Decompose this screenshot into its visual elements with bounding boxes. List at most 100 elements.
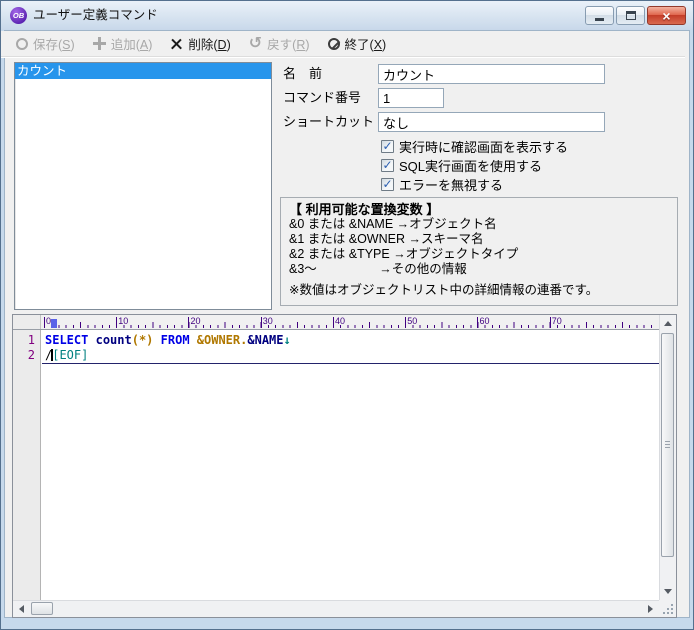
name-label: 名 前: [283, 66, 323, 81]
checkbox-label: 実行時に確認画面を表示する: [399, 140, 569, 155]
maximize-button[interactable]: [616, 6, 645, 25]
app-window: OB ユーザー定義コマンド × 保存(S) 追加(A) 削除(D) ↺ 戻す(R) 終了(…: [0, 0, 694, 630]
code-token: FROM: [160, 333, 190, 347]
variables-line: &2 または &TYPE →オブジェクトタイプ: [289, 247, 519, 261]
code-area[interactable]: SELECT count(*) FROM &OWNER.&NAME↓/[EOF]: [42, 330, 659, 600]
toolbar-label: 保存(S): [33, 38, 75, 52]
variables-box-lines: &0 または &NAME →オブジェクト名 &1 または &OWNER →スキーマ…: [289, 217, 669, 277]
checkbox-box[interactable]: ✓: [381, 159, 394, 172]
minimize-button[interactable]: [585, 6, 614, 25]
ruler-mark: 70: [549, 316, 562, 328]
scroll-up-button[interactable]: [660, 315, 676, 331]
titlebar[interactable]: OB ユーザー定義コマンド ×: [1, 1, 693, 30]
resize-grip[interactable]: [659, 600, 676, 617]
close-icon: ×: [662, 7, 671, 24]
toolbar-label: 削除(D): [188, 38, 231, 52]
ruler-mark: 0: [44, 316, 52, 328]
app-icon-text: OB: [12, 11, 25, 20]
checkbox-label: エラーを無視する: [399, 178, 504, 193]
ruler-mark: 20: [188, 316, 201, 328]
slash-circle-icon: [327, 37, 340, 50]
shortcut-field[interactable]: [378, 112, 605, 132]
code-line: SELECT count(*) FROM &OWNER.&NAME↓: [45, 333, 659, 348]
command-list[interactable]: カウント: [14, 62, 272, 310]
code-line: /[EOF]: [45, 348, 659, 363]
code-token: [EOF]: [52, 348, 89, 362]
code-token: &NAME: [247, 333, 284, 347]
line-number: 1: [27, 333, 35, 347]
vscroll-thumb[interactable]: [661, 333, 674, 557]
toolbar: 保存(S) 追加(A) 削除(D) ↺ 戻す(R) 終了(X): [1, 31, 685, 57]
ruler-mark: 40: [332, 316, 345, 328]
variables-box: 【 利用可能な置換変数 】 &0 または &NAME →オブジェクト名 &1 また…: [280, 197, 678, 306]
minimize-icon: [595, 17, 604, 21]
ruler-mark: 60: [477, 316, 490, 328]
delete-button[interactable]: 削除(D): [163, 33, 237, 55]
checkbox-label: SQL実行画面を使用する: [399, 159, 543, 174]
toolbar-label: 追加(A): [110, 38, 153, 52]
name-field[interactable]: [378, 64, 605, 84]
scroll-right-icon: [648, 605, 657, 613]
code-token: SELECT: [45, 333, 89, 347]
save-button[interactable]: 保存(S): [9, 33, 82, 55]
revert-button[interactable]: ↺ 戻す(R): [242, 33, 317, 55]
variables-box-note: ※数値はオブジェクトリスト中の詳細情報の連番です。: [289, 283, 599, 297]
editor-ruler: 0 10 20 30 40 50 60 70: [13, 315, 659, 330]
ruler-mark: 30: [260, 316, 273, 328]
scroll-down-icon: [664, 589, 672, 598]
checkbox-box[interactable]: ✓: [381, 178, 394, 191]
cross-icon: [170, 37, 183, 50]
variables-line: &1 または &OWNER →スキーマ名: [289, 232, 484, 246]
vertical-scrollbar[interactable]: [659, 315, 676, 600]
scroll-left-button[interactable]: [13, 601, 29, 617]
command-number-field[interactable]: [378, 88, 444, 108]
check-icon: ✓: [382, 176, 393, 191]
sql-editor: 0 10 20 30 40 50 60 70 12 SELECT count(*) FROM …: [12, 314, 677, 618]
ruler-mark: 10: [116, 316, 129, 328]
variables-line: &3～ →その他の情報: [289, 262, 467, 276]
toolbar-label: 戻す(R): [267, 38, 310, 52]
shortcut-label: ショートカット: [283, 114, 375, 129]
line-number-gutter: 12: [13, 330, 41, 600]
ruler-corner: [13, 315, 41, 329]
plus-icon: [92, 37, 106, 50]
code-token: &OWNER: [196, 333, 241, 347]
checkbox-box[interactable]: ✓: [381, 140, 394, 153]
show-confirm-checkbox[interactable]: ✓ 実行時に確認画面を表示する: [381, 138, 568, 155]
window-title: ユーザー定義コマンド: [33, 8, 158, 22]
code-token: (*): [131, 333, 154, 347]
undo-icon: ↺: [248, 35, 263, 52]
current-line-underline: [42, 363, 659, 364]
close-button[interactable]: ×: [647, 6, 686, 25]
variables-line: &0 または &NAME →オブジェクト名: [289, 217, 497, 231]
add-button[interactable]: 追加(A): [86, 33, 160, 55]
circle-icon: [16, 37, 28, 50]
window-controls: ×: [585, 6, 686, 25]
horizontal-scrollbar[interactable]: [13, 600, 659, 617]
scroll-left-icon: [15, 605, 24, 613]
check-icon: ✓: [382, 138, 393, 153]
command-number-label: コマンド番号: [283, 90, 362, 105]
scroll-right-button[interactable]: [643, 601, 659, 617]
scroll-up-icon: [664, 317, 672, 326]
line-number: 2: [27, 348, 35, 362]
exit-button[interactable]: 終了(X): [321, 33, 394, 55]
toolbar-label: 終了(X): [344, 38, 387, 52]
list-item[interactable]: カウント: [15, 63, 271, 79]
ignore-errors-checkbox[interactable]: ✓ エラーを無視する: [381, 176, 503, 193]
ruler-ticks: [44, 321, 657, 328]
ruler-caret-marker: [51, 319, 58, 328]
code-token: count: [95, 333, 132, 347]
use-sql-screen-checkbox[interactable]: ✓ SQL実行画面を使用する: [381, 157, 542, 174]
hscroll-thumb[interactable]: [31, 602, 53, 615]
code-token: ↓: [283, 333, 291, 347]
check-icon: ✓: [382, 157, 393, 172]
variables-box-title: 【 利用可能な置換変数 】: [289, 202, 440, 217]
ruler-mark: 50: [405, 316, 418, 328]
scroll-down-button[interactable]: [660, 584, 676, 600]
maximize-icon: [625, 11, 636, 20]
app-icon: OB: [10, 7, 27, 24]
